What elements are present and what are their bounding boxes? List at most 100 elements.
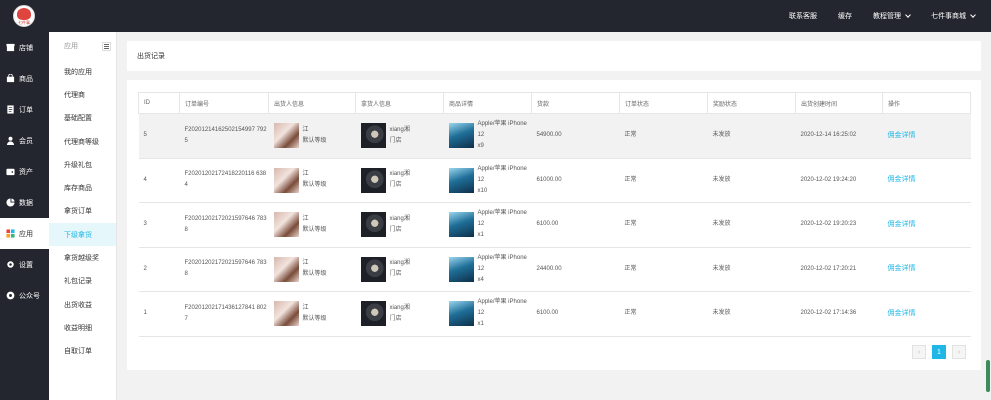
- commission-detail-link[interactable]: 佣金详情: [888, 310, 916, 317]
- topnav-item-0[interactable]: 联系客服: [789, 11, 817, 21]
- page-title: 出货记录: [137, 53, 165, 60]
- subnav-item-11[interactable]: 收益明细: [49, 316, 116, 339]
- cell-buyer: xiang湘 门店: [355, 113, 444, 159]
- buyer-avatar: [360, 167, 386, 193]
- column-header: 货款: [531, 92, 620, 114]
- subnav-item-1[interactable]: 代理商: [49, 83, 116, 106]
- subnav-item-5[interactable]: 库存商品: [49, 176, 116, 199]
- buyer-store: 门店: [389, 315, 402, 322]
- sidebar-item-0[interactable]: 店铺: [0, 32, 49, 63]
- cell-reward-status: 未发放: [707, 246, 796, 292]
- seller-name: 江: [302, 126, 309, 133]
- column-header: 订单编号: [179, 92, 269, 114]
- sidebar-item-8[interactable]: 公众号: [0, 280, 49, 311]
- subnav-item-10[interactable]: 出货收益: [49, 293, 116, 316]
- subnav-item-6[interactable]: 拿货订单: [49, 200, 116, 223]
- subnav-item-12[interactable]: 自取订单: [49, 340, 116, 363]
- buyer-text: xiang湘 门店: [390, 125, 410, 147]
- cell-order-no: F20201202172418220116 6384: [179, 157, 269, 203]
- cell-order-status-text: 正常: [624, 221, 637, 228]
- commission-detail-link[interactable]: 佣金详情: [888, 176, 916, 183]
- sidebar-item-5[interactable]: 数据: [0, 187, 49, 218]
- topnav-item-1[interactable]: 缓存: [838, 11, 852, 21]
- sidebar-item-label: 商品: [19, 75, 33, 83]
- cell-amount-text: 6100.00: [536, 221, 559, 228]
- cell-reward-status-text: 未发放: [712, 132, 731, 139]
- prev-page-button[interactable]: ‹: [912, 345, 926, 359]
- chevron-down-icon: [905, 12, 911, 18]
- sidebar-item-3[interactable]: 会员: [0, 125, 49, 156]
- cell-reward-status: 未发放: [707, 202, 796, 248]
- subnav-item-9[interactable]: 礼包记录: [49, 270, 116, 293]
- subnav-item-0[interactable]: 我的应用: [49, 60, 116, 83]
- sidebar-item-label: 设置: [19, 261, 33, 269]
- sidebar-item-label: 订单: [19, 106, 33, 114]
- cell-order-status-text: 正常: [624, 132, 637, 139]
- seller-info: 江默认等级: [273, 301, 356, 327]
- cell-order-status-text: 正常: [624, 176, 637, 183]
- commission-detail-link[interactable]: 佣金详情: [888, 221, 916, 228]
- cell-reward-status: 未发放: [707, 291, 796, 337]
- sidebar-item-2[interactable]: 订单: [0, 94, 49, 125]
- seller-level: 默认等级: [302, 137, 327, 144]
- buyer-text: xiang湘 门店: [390, 258, 410, 280]
- product-info: Apple/苹果 iPhone 12 x10: [448, 164, 532, 197]
- product-info: Apple/苹果 iPhone 12 x4: [448, 253, 532, 286]
- cell-id-text: 2: [143, 265, 147, 272]
- buyer-text: xiang湘 门店: [390, 303, 410, 325]
- cell-amount: 61000.00: [531, 157, 620, 203]
- subnav-item-8[interactable]: 拿货越级奖: [49, 246, 116, 269]
- table-header-row: ID 订单编号 出货人信息 拿货人信息 商品详情 货款 订单状态 奖励状态 出货创建时间 操作: [138, 92, 971, 114]
- sidebar-item-7[interactable]: 设置: [0, 249, 49, 280]
- buyer-store: 门店: [389, 226, 402, 233]
- cell-created-text: 2020-12-02 19:24:20: [800, 176, 857, 183]
- seller-name: 江: [302, 304, 309, 311]
- subnav-item-3[interactable]: 代理商等级: [49, 130, 116, 153]
- subnav-item-2[interactable]: 基础配置: [49, 107, 116, 130]
- commission-detail-link[interactable]: 佣金详情: [888, 265, 916, 272]
- subnav-item-4[interactable]: 升级礼包: [49, 153, 116, 176]
- sidebar-item-4[interactable]: 资产: [0, 156, 49, 187]
- buyer-avatar: [360, 123, 386, 149]
- page-scrollbar[interactable]: [986, 360, 990, 392]
- subnav-item-7[interactable]: 下级拿货: [49, 223, 116, 247]
- sidebar-item-6[interactable]: 应用: [0, 218, 49, 249]
- brand-logo[interactable]: 七件事: [13, 5, 35, 27]
- logo-text: 七件事: [18, 20, 30, 25]
- product-qty: x1: [477, 321, 484, 328]
- seller-text: 江默认等级: [303, 214, 327, 236]
- sub-sidebar: 应用 我的应用 代理商 基础配置 代理商等级 升级礼包 库存商品 拿货订单 下级拿货 拿货越级奖…: [49, 32, 117, 400]
- buyer-name: xiang湘: [389, 304, 410, 311]
- next-page-button[interactable]: ›: [952, 345, 966, 359]
- subnav-header: 应用: [49, 32, 116, 60]
- topnav-item-2[interactable]: 教程管理: [873, 11, 911, 21]
- cell-order-status-text: 正常: [624, 265, 637, 272]
- buyer-name: xiang湘: [389, 260, 410, 267]
- cell-product: Apple/苹果 iPhone 12 x9: [443, 113, 532, 159]
- buyer-store: 门店: [389, 182, 402, 189]
- column-header: 奖励状态: [707, 92, 796, 114]
- cell-order-status-text: 正常: [624, 310, 637, 317]
- sidebar-item-label: 应用: [19, 230, 33, 238]
- current-page-button[interactable]: 1: [932, 345, 946, 359]
- cell-id: 1: [138, 291, 180, 337]
- cell-seller: 江默认等级: [268, 246, 356, 292]
- product-qty: x4: [477, 276, 484, 283]
- sidebar-item-1[interactable]: 商品: [0, 63, 49, 94]
- cell-amount: 6100.00: [531, 202, 620, 248]
- seller-info: 江默认等级: [273, 212, 356, 238]
- cell-amount-text: 54900.00: [536, 132, 562, 139]
- seller-avatar: [273, 301, 299, 327]
- official-account-icon: [6, 291, 15, 300]
- buyer-avatar: [360, 212, 386, 238]
- cell-reward-status-text: 未发放: [712, 176, 731, 183]
- collapse-menu-icon[interactable]: [102, 41, 111, 51]
- topnav-item-3[interactable]: 七件事商城: [931, 11, 976, 21]
- buyer-store: 门店: [389, 137, 402, 144]
- seller-avatar: [273, 167, 299, 193]
- column-header: ID: [138, 92, 180, 114]
- buyer-info: xiang湘 门店: [360, 123, 444, 149]
- column-header: 出货人信息: [268, 92, 356, 114]
- seller-avatar: [273, 256, 299, 282]
- commission-detail-link[interactable]: 佣金详情: [888, 132, 916, 139]
